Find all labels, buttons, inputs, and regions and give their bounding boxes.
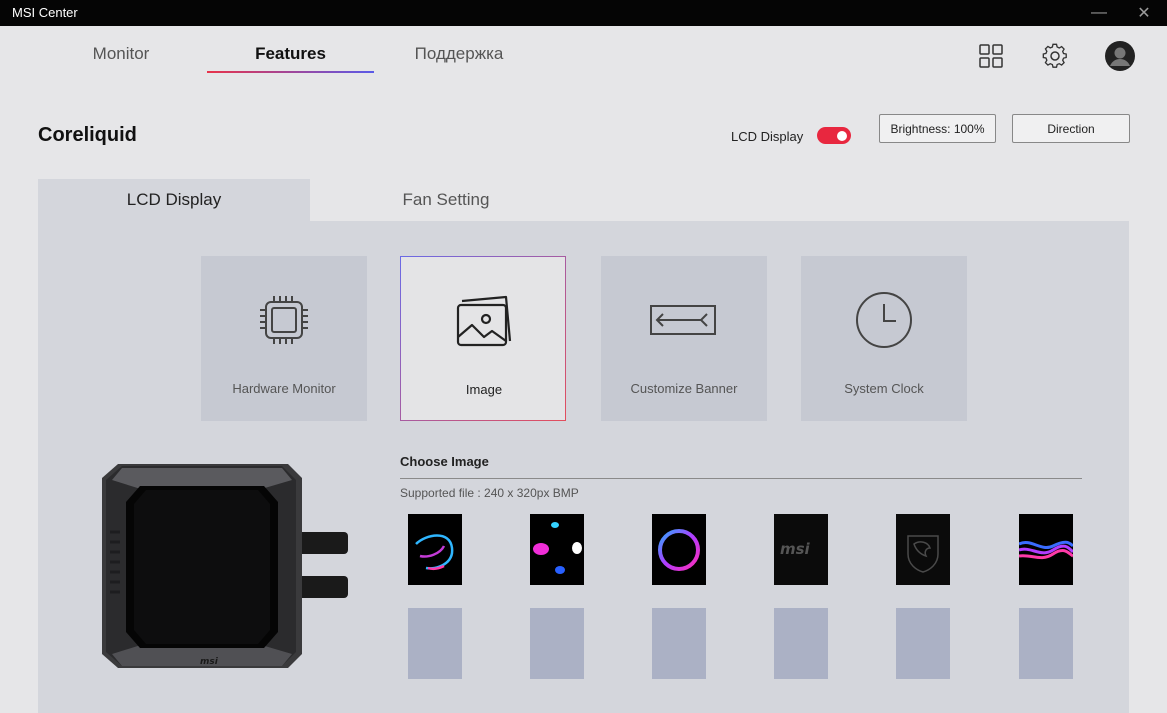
section-divider (400, 478, 1082, 479)
minimize-button[interactable]: — (1076, 0, 1122, 26)
image-stack-icon (401, 289, 567, 353)
close-icon: ✕ (1137, 5, 1151, 22)
grid-icon[interactable] (975, 40, 1007, 72)
app-title: MSI Center (12, 5, 78, 20)
image-thumbnail-wave[interactable] (1019, 514, 1073, 585)
supported-file-note: Supported file : 240 x 320px BMP (400, 486, 579, 500)
direction-button[interactable]: Direction (1012, 114, 1130, 143)
image-thumbnail-blobs[interactable] (530, 514, 584, 585)
nav-tab-features[interactable]: Features (207, 44, 374, 72)
tab-fan-setting[interactable]: Fan Setting (310, 179, 582, 221)
minimize-icon: — (1091, 4, 1107, 21)
empty-image-slot[interactable] (652, 608, 706, 679)
svg-text:msi: msi (200, 657, 219, 667)
brightness-button[interactable]: Brightness: 100% (879, 114, 996, 143)
mode-label: Hardware Monitor (232, 381, 336, 396)
mode-system-clock[interactable]: System Clock (801, 256, 967, 421)
image-thumbnail-msi-logo[interactable]: msi (774, 514, 828, 585)
cooler-device-preview: msi (96, 462, 356, 672)
mode-customize-banner[interactable]: Customize Banner (601, 256, 767, 421)
image-thumbnail-swirl[interactable] (408, 514, 462, 585)
toggle-knob (837, 130, 847, 141)
empty-image-slot[interactable] (408, 608, 462, 679)
banner-arrows-icon (601, 288, 767, 352)
mode-label: Customize Banner (630, 381, 738, 396)
svg-text:msi: msi (780, 540, 811, 558)
mode-hardware-monitor[interactable]: Hardware Monitor (201, 256, 367, 421)
gear-icon[interactable] (1039, 40, 1071, 72)
avatar[interactable] (1104, 40, 1136, 72)
title-bar: MSI Center — ✕ (0, 0, 1167, 26)
mode-label: Image (465, 382, 503, 397)
close-button[interactable]: ✕ (1121, 0, 1167, 26)
empty-image-slot[interactable] (896, 608, 950, 679)
lcd-display-toggle[interactable] (817, 127, 851, 144)
empty-image-slot[interactable] (1019, 608, 1073, 679)
image-thumbnail-ring[interactable] (652, 514, 706, 585)
page-title: Coreliquid (38, 124, 137, 146)
lcd-display-label: LCD Display (731, 129, 804, 144)
mode-image[interactable]: Image (400, 256, 566, 421)
nav-tab-support[interactable]: Поддержка (398, 44, 520, 72)
choose-image-title: Choose Image (400, 454, 489, 469)
tab-lcd-display[interactable]: LCD Display (38, 179, 310, 221)
empty-image-slot[interactable] (530, 608, 584, 679)
active-tab-underline (207, 71, 374, 73)
clock-icon (801, 288, 967, 352)
image-thumbnail-dragon-shield[interactable] (896, 514, 950, 585)
mode-label: System Clock (844, 381, 924, 396)
nav-tab-monitor[interactable]: Monitor (71, 44, 171, 72)
cpu-chip-icon (201, 288, 367, 352)
empty-image-slot[interactable] (774, 608, 828, 679)
